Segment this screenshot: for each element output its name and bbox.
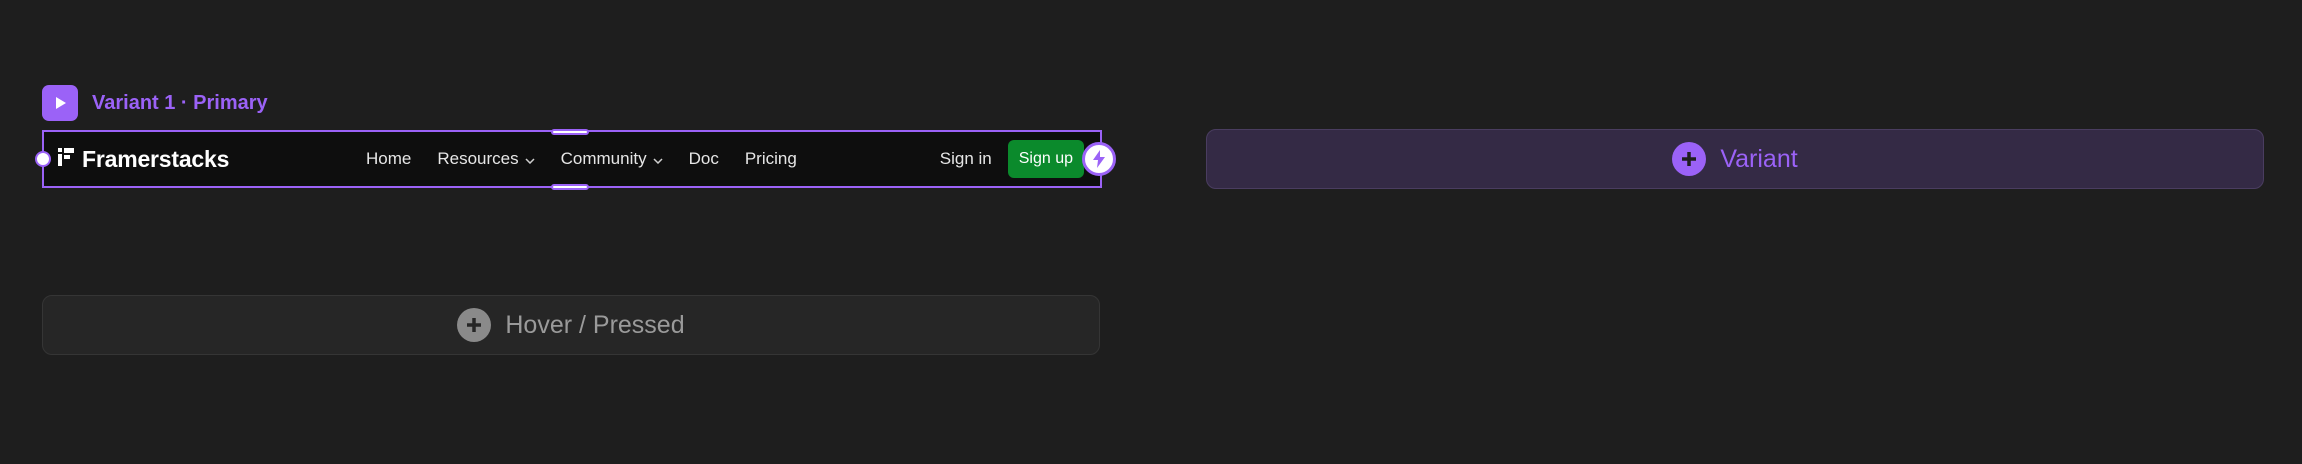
resize-handle-bottom[interactable] [551, 184, 589, 190]
navbar: Framerstacks Home Resources Community Do… [44, 132, 1100, 186]
nav-link-label: Home [366, 149, 412, 168]
resize-handle-top[interactable] [551, 129, 589, 135]
nav-link-resources[interactable]: Resources [437, 149, 535, 169]
nav-link-home[interactable]: Home [366, 149, 411, 169]
signin-link[interactable]: Sign in [940, 149, 992, 169]
nav-link-label: Community [560, 149, 647, 168]
add-hover-state-button[interactable]: Hover / Pressed [42, 295, 1100, 355]
framer-logo-icon [58, 147, 74, 171]
chevron-down-icon [653, 149, 663, 169]
add-variant-button[interactable]: Variant [1206, 129, 2264, 189]
nav-link-doc[interactable]: Doc [689, 149, 719, 169]
play-icon [42, 85, 78, 121]
nav-link-community[interactable]: Community [561, 149, 663, 169]
nav-link-pricing[interactable]: Pricing [745, 149, 797, 169]
navbar-frame[interactable]: Framerstacks Home Resources Community Do… [42, 130, 1102, 188]
variant-title: Variant 1 · Primary [92, 91, 268, 114]
resize-handle-left[interactable] [35, 151, 51, 167]
nav-links: Home Resources Community Doc Pricing [366, 132, 797, 186]
nav-actions: Sign in Sign up [940, 132, 1084, 186]
add-variant-label: Variant [1720, 144, 1798, 173]
chevron-down-icon [525, 149, 535, 169]
hover-state-label: Hover / Pressed [505, 310, 685, 339]
logo-text: Framerstacks [82, 145, 230, 172]
logo[interactable]: Framerstacks [58, 132, 229, 186]
nav-link-label: Doc [688, 149, 719, 168]
nav-link-label: Resources [437, 149, 519, 168]
nav-link-label: Pricing [744, 149, 797, 168]
signup-button[interactable]: Sign up [1007, 140, 1084, 178]
variant-label[interactable]: Variant 1 · Primary [42, 85, 268, 121]
plus-circle-icon [457, 308, 492, 342]
lightning-icon[interactable] [1082, 142, 1116, 176]
plus-circle-icon [1672, 142, 1707, 176]
